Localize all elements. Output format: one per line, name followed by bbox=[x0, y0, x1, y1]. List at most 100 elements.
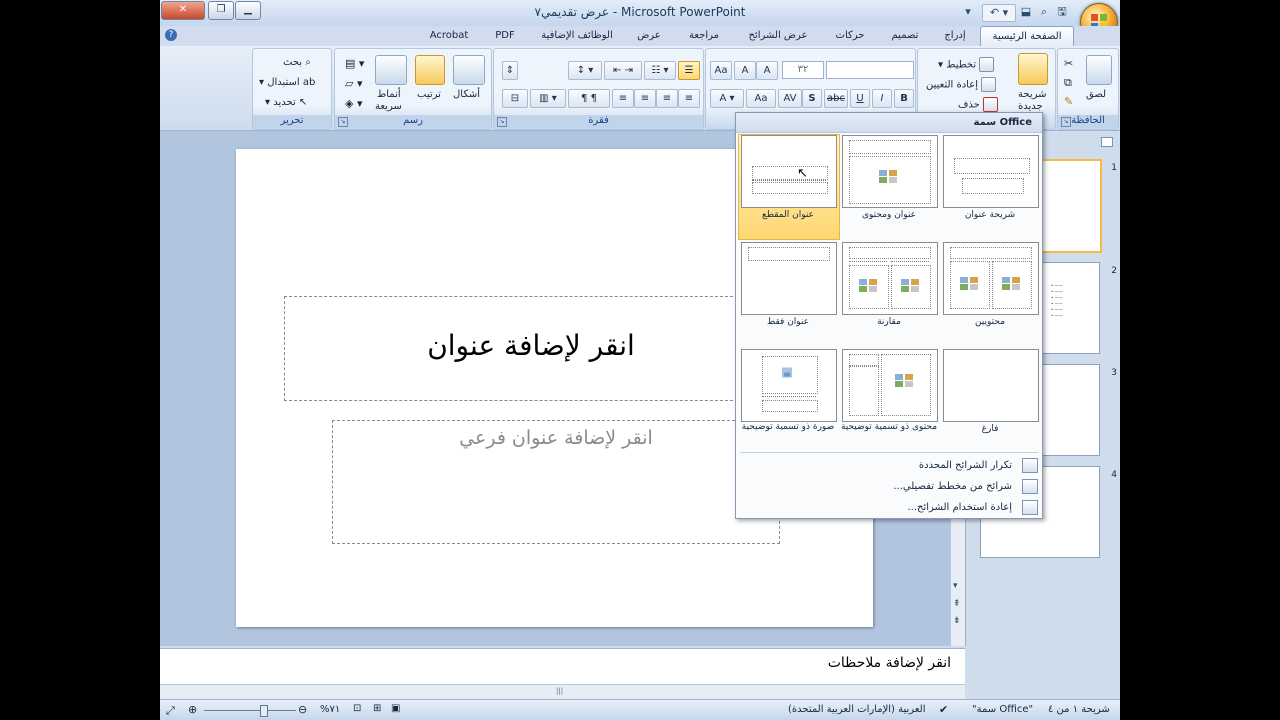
delete-button[interactable]: حذف bbox=[958, 97, 998, 112]
align-right-button[interactable]: ≡ bbox=[678, 89, 700, 108]
clear-format-button[interactable]: Aa bbox=[710, 61, 732, 80]
quick-styles-label-2[interactable]: سريعة bbox=[375, 101, 402, 112]
font-size-field[interactable]: ٣٢ bbox=[782, 61, 824, 79]
bullets-button[interactable]: ☰ bbox=[678, 61, 700, 80]
text-direction-icon[interactable]: ⇕ bbox=[502, 61, 518, 80]
bold-button[interactable]: B bbox=[894, 89, 914, 108]
new-slide-icon[interactable] bbox=[1018, 53, 1048, 85]
zoom-in-icon[interactable]: ⊕ bbox=[188, 703, 197, 716]
font-color-button[interactable]: A ▾ bbox=[710, 89, 744, 108]
tab-acrobat[interactable]: Acrobat bbox=[425, 26, 473, 45]
replace-button[interactable]: ab استبدال ▾ bbox=[259, 77, 315, 88]
shape-fill-icon[interactable]: ▤ ▾ bbox=[345, 57, 364, 70]
align-text-icon[interactable]: ⊟ bbox=[502, 89, 528, 108]
paste-button[interactable]: لصق bbox=[1086, 89, 1106, 100]
indent-button[interactable]: ⇤ ⇥ bbox=[604, 61, 642, 80]
slide-sorter-view-icon[interactable]: ⊞ bbox=[373, 703, 381, 714]
new-slide-label-2[interactable]: جديدة bbox=[1018, 101, 1043, 112]
tab-design[interactable]: تصميم bbox=[880, 26, 930, 45]
columns-button[interactable]: ▥ ▾ bbox=[530, 89, 566, 108]
customize-toolbar-icon[interactable]: ▾ bbox=[960, 4, 976, 20]
subtitle-placeholder[interactable]: انقر لإضافة عنوان فرعي bbox=[332, 420, 780, 544]
strikethrough-button[interactable]: abc bbox=[824, 89, 848, 108]
numbering-button[interactable]: ☷ ▾ bbox=[644, 61, 676, 80]
layout-two-content[interactable] bbox=[943, 242, 1039, 315]
horizontal-scrollbar[interactable]: ||| bbox=[160, 684, 965, 699]
font-name-field[interactable] bbox=[826, 61, 914, 79]
justify-button[interactable]: ≡ bbox=[612, 89, 634, 108]
copy-icon[interactable]: ⧉ bbox=[1064, 76, 1072, 90]
italic-button[interactable]: I bbox=[872, 89, 892, 108]
format-painter-icon[interactable]: ✎ bbox=[1064, 95, 1073, 108]
grow-font-button[interactable]: A bbox=[756, 61, 778, 80]
tab-animations[interactable]: حركات bbox=[825, 26, 875, 45]
zoom-out-icon[interactable]: ⊖ bbox=[298, 703, 307, 716]
arrange-button[interactable]: ترتيب bbox=[417, 89, 441, 100]
shapes-icon[interactable] bbox=[453, 55, 485, 85]
tab-slideshow[interactable]: عرض الشرائح bbox=[738, 26, 818, 45]
minimize-button[interactable]: ▁ bbox=[235, 1, 261, 20]
restore-button[interactable]: ❐ bbox=[208, 1, 234, 20]
line-spacing-button[interactable]: ↕ ▾ bbox=[568, 61, 602, 80]
quick-styles-label-1[interactable]: أنماط bbox=[377, 89, 401, 100]
drawing-launcher-icon[interactable]: ↘ bbox=[338, 117, 348, 127]
slideshow-view-icon[interactable]: ⊡ bbox=[353, 703, 361, 714]
tab-insert[interactable]: إدراج bbox=[933, 26, 977, 45]
layout-section-header[interactable]: ↖ bbox=[741, 135, 837, 208]
layout-comparison[interactable] bbox=[842, 242, 938, 315]
layout-title-only[interactable] bbox=[741, 242, 837, 315]
help-icon[interactable]: ? bbox=[165, 29, 177, 41]
layout-title-content[interactable] bbox=[842, 135, 938, 208]
rtl-ltr-button[interactable]: ¶ ¶ bbox=[568, 89, 610, 108]
layout-button[interactable]: تخطيط ▾ bbox=[938, 57, 995, 72]
layout-blank[interactable] bbox=[943, 349, 1039, 422]
shape-outline-icon[interactable]: ▱ ▾ bbox=[345, 77, 362, 90]
clipboard-launcher-icon[interactable]: ↘ bbox=[1061, 117, 1071, 127]
shrink-font-button[interactable]: A bbox=[734, 61, 756, 80]
zoom-slider[interactable] bbox=[204, 710, 296, 711]
char-spacing-button[interactable]: AV bbox=[778, 89, 802, 108]
paragraph-launcher-icon[interactable]: ↘ bbox=[497, 117, 507, 127]
layout-title-slide[interactable] bbox=[943, 135, 1039, 208]
underline-button[interactable]: U bbox=[850, 89, 870, 108]
tab-view[interactable]: عرض bbox=[628, 26, 670, 45]
undo-icon[interactable]: ↶ ▾ bbox=[982, 4, 1016, 22]
shapes-button[interactable]: أشكال bbox=[453, 89, 480, 100]
layout-content-with-caption[interactable] bbox=[842, 349, 938, 422]
tab-addins[interactable]: الوظائف الإضافية bbox=[532, 26, 622, 45]
arrange-icon[interactable] bbox=[415, 55, 445, 85]
shape-effects-icon[interactable]: ◈ ▾ bbox=[345, 97, 362, 110]
scroll-down-arrow-icon[interactable]: ▾ bbox=[953, 581, 958, 591]
menu-item-slides-from-outline[interactable]: شرائح من مخطط تفصيلي... bbox=[893, 481, 1012, 492]
cut-icon[interactable]: ✂ bbox=[1064, 57, 1073, 70]
notes-pane[interactable]: انقر لإضافة ملاحظات bbox=[160, 648, 965, 685]
layout-picture-with-caption[interactable] bbox=[741, 349, 837, 422]
reset-button[interactable]: إعادة التعيين bbox=[926, 77, 997, 92]
next-slide-icon[interactable]: ⇟ bbox=[953, 616, 961, 626]
new-slide-label-1[interactable]: شريحة bbox=[1018, 89, 1047, 100]
find-button[interactable]: ⌕ بحث bbox=[283, 57, 311, 68]
previous-slide-icon[interactable]: ⇞ bbox=[953, 599, 961, 609]
shadow-button[interactable]: S bbox=[802, 89, 822, 108]
tab-review[interactable]: مراجعة bbox=[675, 26, 733, 45]
title-placeholder[interactable]: انقر لإضافة عنوان bbox=[284, 296, 778, 401]
pane-close-icon[interactable] bbox=[1101, 137, 1113, 147]
save-icon[interactable]: 🖫 bbox=[1054, 4, 1070, 20]
tab-home[interactable]: الصفحة الرئيسية bbox=[980, 26, 1074, 46]
scroll-grip-icon[interactable]: ||| bbox=[556, 687, 566, 695]
zoom-level[interactable]: %٧١ bbox=[320, 704, 340, 715]
export-pdf-icon[interactable]: ⬓ bbox=[1018, 4, 1034, 20]
fit-to-window-icon[interactable]: ⤢ bbox=[166, 704, 175, 718]
spelling-check-icon[interactable]: ✔ bbox=[939, 703, 948, 716]
print-preview-icon[interactable]: ⌕ bbox=[1036, 4, 1052, 20]
select-button[interactable]: ↖ تحديد ▾ bbox=[265, 97, 307, 108]
menu-item-reuse-slides[interactable]: إعادة استخدام الشرائح... bbox=[907, 502, 1012, 513]
align-left-button[interactable]: ≡ bbox=[634, 89, 656, 108]
align-center-button[interactable]: ≡ bbox=[656, 89, 678, 108]
quick-styles-icon[interactable] bbox=[375, 55, 407, 85]
close-button[interactable]: ✕ bbox=[161, 1, 205, 20]
tab-pdf[interactable]: PDF bbox=[485, 26, 525, 45]
normal-view-icon[interactable]: ▣ bbox=[391, 703, 400, 714]
menu-item-duplicate-slides[interactable]: تكرار الشرائح المحددة bbox=[919, 460, 1012, 471]
paste-icon[interactable] bbox=[1086, 55, 1112, 85]
